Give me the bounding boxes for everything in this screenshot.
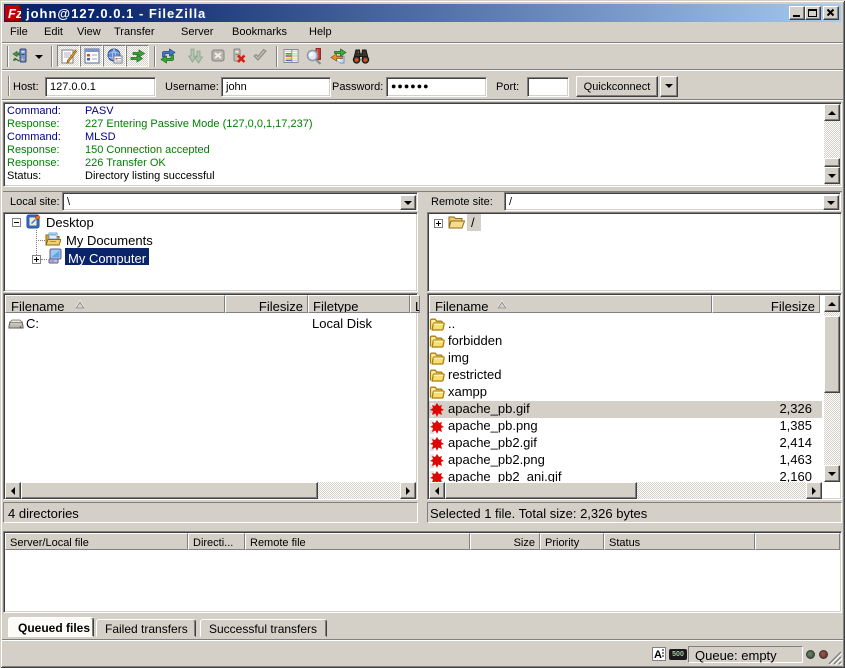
svg-text:A: A [654,649,662,661]
svg-text:Fz: Fz [8,6,21,21]
